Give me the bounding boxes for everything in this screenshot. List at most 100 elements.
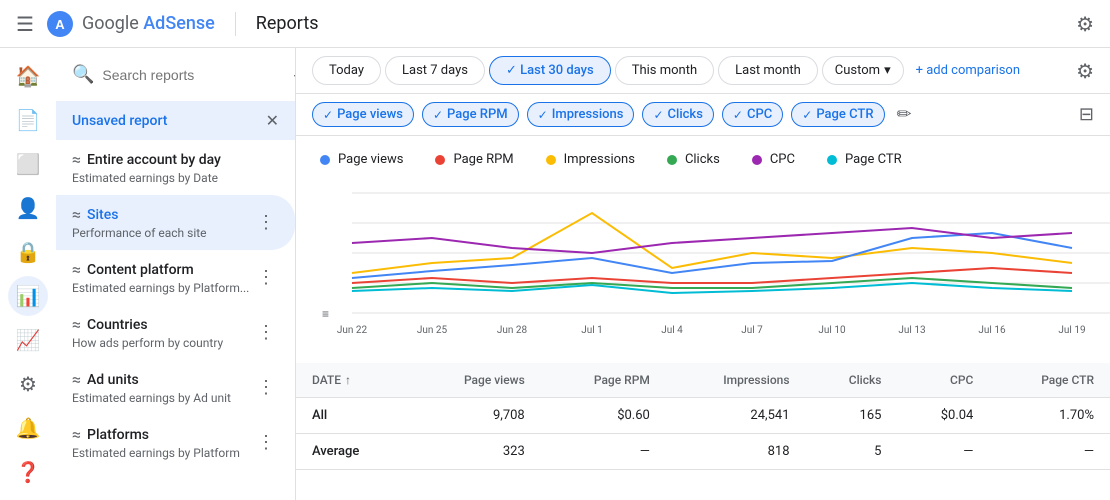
sidebar-item-entire-account[interactable]: ≈ Entire account by day Estimated earnin… bbox=[56, 140, 295, 195]
nav-help-icon[interactable]: ❓ bbox=[8, 452, 48, 492]
legend-impressions: Impressions bbox=[546, 152, 635, 167]
header-gear-icon[interactable]: ⚙ bbox=[1076, 12, 1094, 36]
sidebar-item-content-platform[interactable]: ≈ Content platform Estimated earnings by… bbox=[56, 250, 295, 305]
menu-icon[interactable]: ☰ bbox=[16, 12, 34, 36]
custom-btn[interactable]: Custom ▾ bbox=[822, 56, 904, 85]
svg-text:Jul 10: Jul 10 bbox=[818, 325, 846, 336]
th-page-ctr[interactable]: Page CTR bbox=[989, 363, 1110, 398]
sidebar-item-content: ≈ Entire account by day Estimated earnin… bbox=[72, 150, 279, 185]
app-header: ☰ A Google AdSense Reports ⚙ bbox=[0, 0, 1110, 48]
close-unsaved-icon[interactable]: ✕ bbox=[266, 111, 279, 130]
header-divider bbox=[235, 12, 236, 36]
search-input[interactable] bbox=[102, 67, 283, 83]
item-more-icon[interactable]: ⋮ bbox=[253, 373, 279, 402]
filter-icon[interactable]: ⊟ bbox=[1079, 104, 1094, 125]
item-header: ≈ Content platform bbox=[72, 260, 253, 279]
th-cpc[interactable]: CPC bbox=[897, 363, 989, 398]
nav-analytics-icon[interactable]: 📈 bbox=[8, 320, 48, 360]
chip-page-ctr[interactable]: ✓ Page CTR bbox=[791, 102, 884, 127]
item-more-icon[interactable]: ⋮ bbox=[253, 318, 279, 347]
item-subtitle: Estimated earnings by Platform bbox=[72, 446, 253, 460]
last30days-btn[interactable]: ✓ Last 30 days bbox=[489, 56, 611, 85]
legend-page-views: Page views bbox=[320, 152, 403, 167]
sidebar-item-ad-units[interactable]: ≈ Ad units Estimated earnings by Ad unit… bbox=[56, 360, 295, 415]
td-date: All bbox=[296, 398, 409, 434]
th-page-views[interactable]: Page views bbox=[409, 363, 541, 398]
th-date[interactable]: DATE ↑ bbox=[296, 363, 409, 398]
nav-home-icon[interactable]: 🏠 bbox=[8, 56, 48, 96]
item-more-icon[interactable]: ⋮ bbox=[253, 428, 279, 457]
sidebar-item-sites[interactable]: ≈ Sites Performance of each site ⋮ bbox=[56, 195, 295, 250]
item-more-icon[interactable]: ⋮ bbox=[253, 263, 279, 292]
svg-text:Jul 13: Jul 13 bbox=[898, 325, 925, 336]
item-title: Entire account by day bbox=[87, 152, 221, 168]
report-settings-icon[interactable]: ⚙ bbox=[1076, 59, 1094, 83]
sidebar-item-countries[interactable]: ≈ Countries How ads perform by country ⋮ bbox=[56, 305, 295, 360]
th-clicks[interactable]: Clicks bbox=[806, 363, 898, 398]
edit-metrics-icon[interactable]: ✏ bbox=[897, 104, 912, 125]
legend-dot bbox=[320, 155, 330, 165]
nav-pages-icon[interactable]: 📄 bbox=[8, 100, 48, 140]
add-comparison-btn[interactable]: + add comparison bbox=[908, 57, 1028, 84]
th-label: Page RPM bbox=[594, 373, 650, 387]
td-impressions: 818 bbox=[666, 434, 806, 470]
sidebar-item-content: ≈ Sites Performance of each site bbox=[72, 205, 253, 240]
sidebar-item-content: ≈ Ad units Estimated earnings by Ad unit bbox=[72, 370, 253, 405]
thismonth-btn[interactable]: This month bbox=[615, 56, 714, 85]
legend-label: CPC bbox=[770, 152, 795, 167]
th-label: Impressions bbox=[723, 373, 789, 387]
nav-notifications-icon[interactable]: 🔔 bbox=[8, 408, 48, 448]
nav-account-icon[interactable]: 👤 bbox=[8, 188, 48, 228]
sidebar-item-platforms[interactable]: ≈ Platforms Estimated earnings by Platfo… bbox=[56, 415, 295, 470]
nav-settings-icon[interactable]: ⚙ bbox=[8, 364, 48, 404]
report-header: ✓ Page views ✓ Page RPM ✓ Impressions ✓ … bbox=[296, 94, 1110, 136]
th-label: CPC bbox=[950, 373, 973, 387]
item-more-icon[interactable]: ⋮ bbox=[253, 208, 279, 237]
legend-page-ctr: Page CTR bbox=[827, 152, 902, 167]
td-impressions: 24,541 bbox=[666, 398, 806, 434]
chip-cpc[interactable]: ✓ CPC bbox=[722, 102, 783, 127]
lastmonth-btn[interactable]: Last month bbox=[718, 56, 818, 85]
page-title: Reports bbox=[256, 13, 319, 34]
td-clicks: 165 bbox=[806, 398, 898, 434]
nav-ads-icon[interactable]: ⬜ bbox=[8, 144, 48, 184]
chip-impressions[interactable]: ✓ Impressions bbox=[527, 102, 635, 127]
wave-icon: ≈ bbox=[72, 315, 81, 334]
chip-check-icon: ✓ bbox=[323, 108, 333, 122]
th-page-rpm[interactable]: Page RPM bbox=[541, 363, 666, 398]
last7days-btn[interactable]: Last 7 days bbox=[385, 56, 485, 85]
chip-page-rpm[interactable]: ✓ Page RPM bbox=[422, 102, 519, 127]
unsaved-report-bar[interactable]: Unsaved report ✕ bbox=[56, 101, 295, 140]
brand-text: Google AdSense bbox=[82, 13, 215, 34]
svg-text:≡: ≡ bbox=[322, 307, 329, 321]
nav-privacy-icon[interactable]: 🔒 bbox=[8, 232, 48, 272]
legend-label: Impressions bbox=[564, 152, 635, 167]
item-title: Content platform bbox=[87, 262, 194, 278]
th-impressions[interactable]: Impressions bbox=[666, 363, 806, 398]
legend-page-rpm: Page RPM bbox=[435, 152, 513, 167]
legend-clicks: Clicks bbox=[667, 152, 720, 167]
nav-icons-panel: 🏠 📄 ⬜ 👤 🔒 📊 📈 ⚙ 🔔 ❓ bbox=[0, 48, 56, 500]
data-table: DATE ↑ Page views Page RPM Impressions bbox=[296, 363, 1110, 470]
legend-label: Page RPM bbox=[453, 152, 513, 167]
td-page-views: 9,708 bbox=[409, 398, 541, 434]
main-content: Today Last 7 days ✓ Last 30 days This mo… bbox=[296, 48, 1110, 500]
item-subtitle: Estimated earnings by Date bbox=[72, 171, 279, 185]
svg-text:Jun 28: Jun 28 bbox=[497, 325, 528, 336]
td-cpc: — bbox=[897, 434, 989, 470]
legend-dot bbox=[546, 155, 556, 165]
svg-text:Jul 16: Jul 16 bbox=[978, 325, 1006, 336]
td-page-ctr: — bbox=[989, 434, 1110, 470]
line-chart: Jun 22 Jun 25 Jun 28 Jul 1 Jul 4 Jul 7 J… bbox=[312, 183, 1110, 343]
chip-clicks[interactable]: ✓ Clicks bbox=[642, 102, 713, 127]
chip-page-views[interactable]: ✓ Page views bbox=[312, 102, 414, 127]
logo: A Google AdSense bbox=[46, 10, 215, 38]
item-header: ≈ Ad units bbox=[72, 370, 253, 389]
app-layout: 🏠 📄 ⬜ 👤 🔒 📊 📈 ⚙ 🔔 ❓ 🔍 ＋ Unsaved report ✕… bbox=[0, 48, 1110, 500]
custom-label: Custom bbox=[835, 63, 880, 78]
svg-text:Jul 1: Jul 1 bbox=[581, 325, 603, 336]
nav-reports-icon[interactable]: 📊 bbox=[8, 276, 48, 316]
today-btn[interactable]: Today bbox=[312, 56, 381, 85]
legend-label: Page CTR bbox=[845, 152, 902, 167]
sort-arrow-icon: ↑ bbox=[345, 373, 351, 387]
